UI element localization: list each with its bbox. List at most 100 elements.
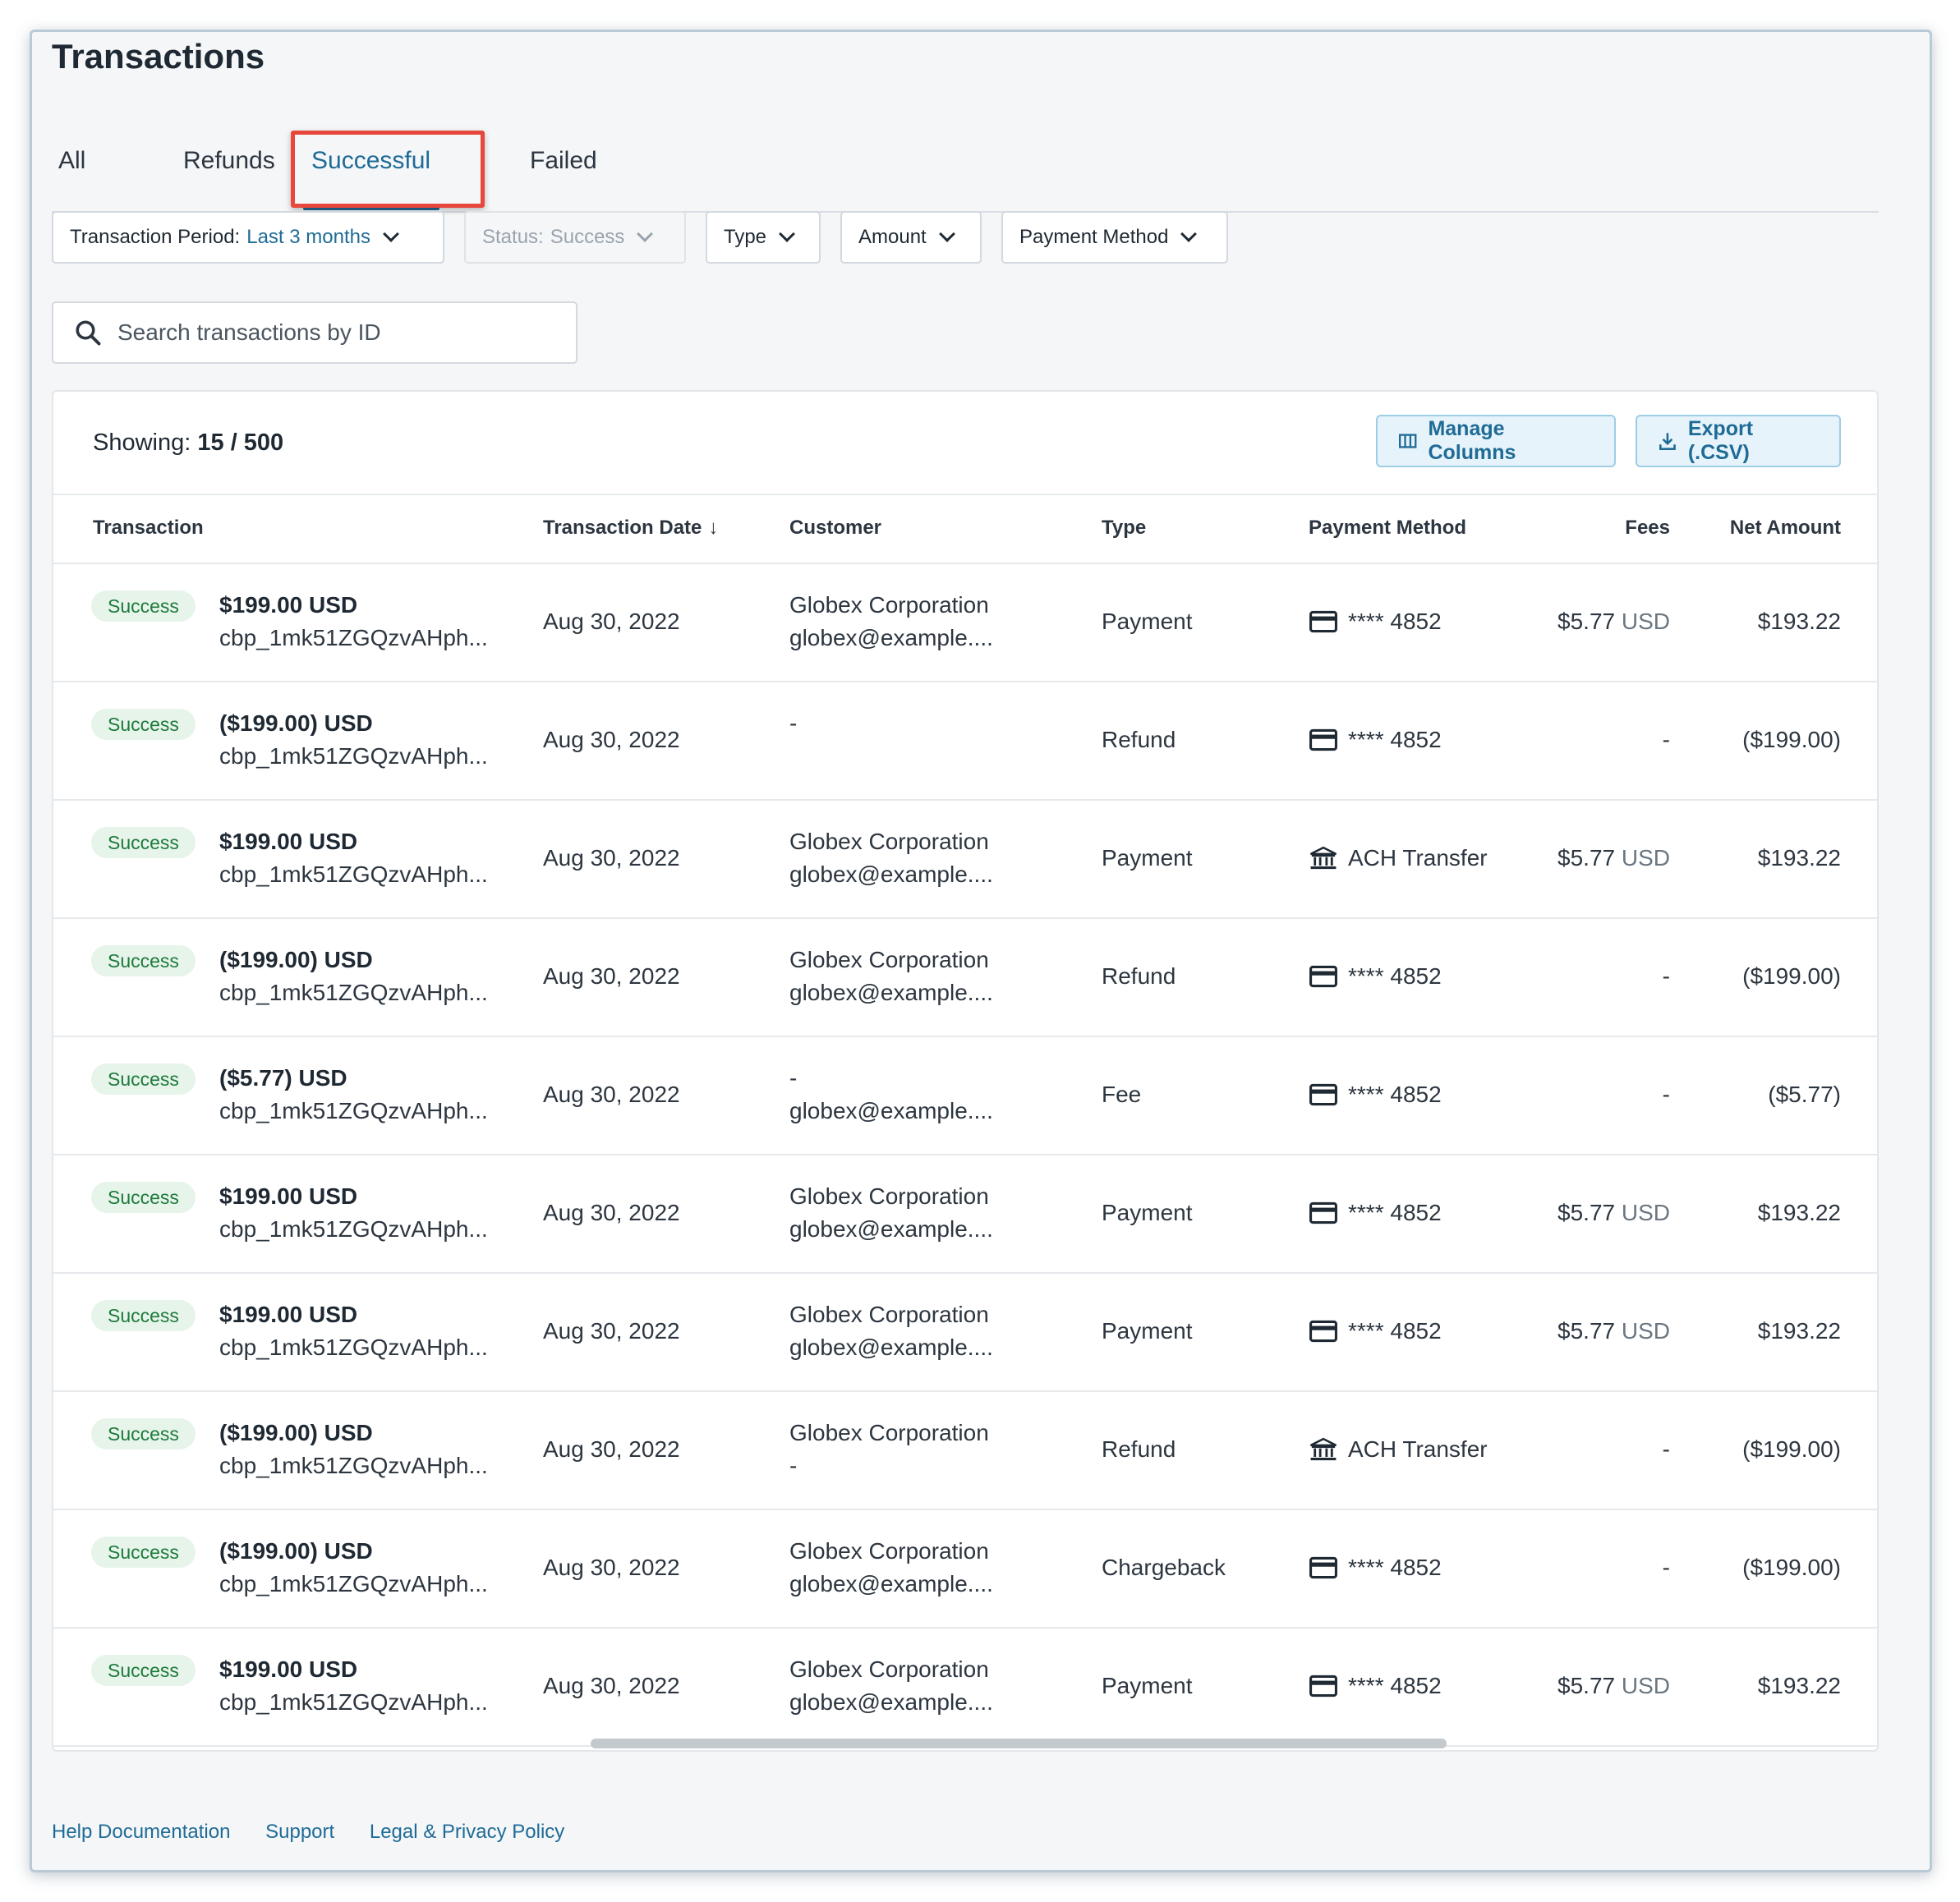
tab-refunds[interactable]: Refunds [183, 147, 275, 175]
status-badge: Success [91, 1537, 196, 1568]
table-row[interactable]: Success ($199.00) USD cbp_1mk51ZGQzvAHph..… [53, 682, 1877, 801]
tab-all[interactable]: All [58, 147, 85, 175]
net-amount: ($199.00) [1742, 1436, 1841, 1462]
net-amount: $193.22 [1757, 1673, 1841, 1698]
payment-method-filter[interactable]: Payment Method [1001, 211, 1228, 264]
table-row[interactable]: Success ($199.00) USD cbp_1mk51ZGQzvAHph..… [53, 919, 1877, 1037]
amount-filter[interactable]: Amount [840, 211, 982, 264]
customer-name: Globex Corporation [789, 1302, 989, 1327]
search-input[interactable] [117, 319, 545, 346]
transaction-amount: $199.00 USD [219, 1302, 358, 1327]
transaction-date: Aug 30, 2022 [543, 609, 680, 634]
transaction-date: Aug 30, 2022 [543, 1318, 680, 1344]
transaction-fee: $5.77 USD [1557, 1673, 1670, 1698]
transaction-amount: ($199.00) USD [219, 1538, 373, 1564]
column-fees[interactable]: Fees [1625, 517, 1670, 540]
transaction-period-filter[interactable]: Transaction Period: Last 3 months [52, 211, 444, 264]
download-icon [1659, 433, 1676, 450]
net-amount: ($199.00) [1742, 963, 1841, 989]
customer-name: - [789, 710, 798, 736]
table-row[interactable]: Success ($5.77) USD cbp_1mk51ZGQzvAHph... A… [53, 1037, 1877, 1155]
transaction-fee: - [1662, 963, 1670, 989]
status-badge: Success [91, 827, 196, 858]
table-row[interactable]: Success ($199.00) USD cbp_1mk51ZGQzvAHph..… [53, 1510, 1877, 1629]
support-link[interactable]: Support [265, 1821, 334, 1843]
bank-icon [1309, 1437, 1337, 1461]
customer-email: globex@example.... [789, 1335, 993, 1360]
column-transaction-date[interactable]: Transaction Date ↓ [543, 517, 718, 540]
horizontal-scrollbar[interactable] [591, 1739, 1447, 1748]
transaction-fee: $5.77 USD [1557, 845, 1670, 871]
transaction-amount: $199.00 USD [219, 1656, 358, 1682]
showing-count: Showing: 15 / 500 [93, 430, 284, 456]
tab-successful[interactable]: Successful [311, 147, 430, 175]
table-row[interactable]: Success $199.00 USD cbp_1mk51ZGQzvAHph... A… [53, 1629, 1877, 1747]
customer-email: globex@example.... [789, 861, 993, 887]
manage-columns-button[interactable]: Manage Columns [1376, 415, 1616, 467]
transaction-type: Refund [1102, 963, 1176, 989]
payment-method: **** 4852 [1309, 727, 1442, 753]
transaction-id: cbp_1mk51ZGQzvAHph... [219, 980, 488, 1005]
legal-privacy-link[interactable]: Legal & Privacy Policy [370, 1821, 564, 1843]
table-row[interactable]: Success $199.00 USD cbp_1mk51ZGQzvAHph... A… [53, 564, 1877, 682]
export-csv-button[interactable]: Export (.CSV) [1636, 415, 1841, 467]
table-row[interactable]: Success $199.00 USD cbp_1mk51ZGQzvAHph... A… [53, 1274, 1877, 1392]
transaction-date: Aug 30, 2022 [543, 1200, 680, 1225]
transaction-amount: ($199.00) USD [219, 710, 373, 736]
column-net-amount[interactable]: Net Amount [1730, 517, 1841, 540]
customer-email: globex@example.... [789, 625, 993, 650]
customer-name: - [789, 1065, 798, 1091]
status-badge: Success [91, 709, 196, 740]
customer-email: globex@example.... [789, 980, 993, 1005]
transaction-date: Aug 30, 2022 [543, 963, 680, 989]
transaction-type: Refund [1102, 1436, 1176, 1462]
card-icon [1309, 1556, 1337, 1579]
transaction-fee: $5.77 USD [1557, 609, 1670, 634]
transaction-date: Aug 30, 2022 [543, 845, 680, 871]
status-badge: Success [91, 1300, 196, 1331]
net-amount: $193.22 [1757, 1318, 1841, 1344]
transaction-date: Aug 30, 2022 [543, 1436, 680, 1462]
customer-name: Globex Corporation [789, 1183, 989, 1209]
chevron-down-icon [383, 226, 399, 242]
net-amount: ($199.00) [1742, 727, 1841, 752]
table-row[interactable]: Success ($199.00) USD cbp_1mk51ZGQzvAHph..… [53, 1392, 1877, 1510]
transaction-date: Aug 30, 2022 [543, 727, 680, 752]
status-badge: Success [91, 1182, 196, 1213]
search-icon [76, 320, 101, 346]
transaction-id: cbp_1mk51ZGQzvAHph... [219, 1453, 488, 1478]
type-filter[interactable]: Type [706, 211, 821, 264]
card-icon [1309, 1201, 1337, 1224]
transaction-id: cbp_1mk51ZGQzvAHph... [219, 1216, 488, 1242]
transaction-id: cbp_1mk51ZGQzvAHph... [219, 1098, 488, 1123]
transaction-amount: ($199.00) USD [219, 947, 373, 972]
customer-email: globex@example.... [789, 1216, 993, 1242]
table-row[interactable]: Success $199.00 USD cbp_1mk51ZGQzvAHph... A… [53, 801, 1877, 919]
transaction-id: cbp_1mk51ZGQzvAHph... [219, 861, 488, 887]
help-documentation-link[interactable]: Help Documentation [52, 1821, 230, 1843]
transaction-amount: ($199.00) USD [219, 1420, 373, 1445]
net-amount: ($5.77) [1768, 1082, 1841, 1107]
transaction-date: Aug 30, 2022 [543, 1082, 680, 1107]
column-payment-method[interactable]: Payment Method [1309, 517, 1466, 540]
chevron-down-icon [637, 226, 654, 242]
transaction-type: Payment [1102, 609, 1193, 634]
payment-method: ACH Transfer [1309, 845, 1488, 871]
column-type[interactable]: Type [1102, 517, 1146, 540]
customer-name: Globex Corporation [789, 1538, 989, 1564]
payment-method: ACH Transfer [1309, 1436, 1488, 1463]
transaction-type: Refund [1102, 727, 1176, 752]
net-amount: $193.22 [1757, 1200, 1841, 1225]
search-box [52, 301, 577, 364]
tab-failed[interactable]: Failed [530, 147, 597, 175]
transaction-date: Aug 30, 2022 [543, 1555, 680, 1580]
chevron-down-icon [779, 226, 795, 242]
tab-bar: All Refunds Successful Failed [52, 131, 1879, 213]
column-transaction[interactable]: Transaction [93, 517, 204, 540]
active-tab-indicator [303, 207, 439, 210]
table-row[interactable]: Success $199.00 USD cbp_1mk51ZGQzvAHph... A… [53, 1155, 1877, 1274]
customer-email: globex@example.... [789, 1098, 993, 1123]
transaction-type: Payment [1102, 845, 1193, 871]
transaction-fee: $5.77 USD [1557, 1318, 1670, 1344]
column-customer[interactable]: Customer [789, 517, 881, 540]
